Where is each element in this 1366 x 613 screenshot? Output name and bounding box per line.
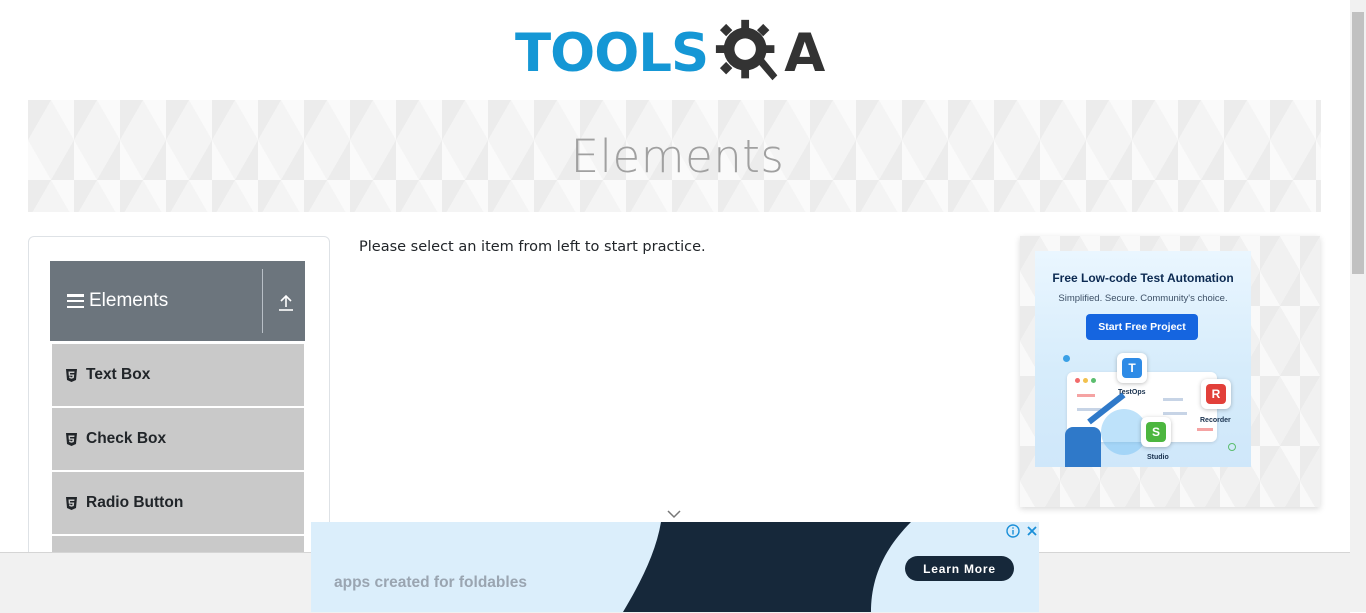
testops-label: TestOps bbox=[1118, 389, 1146, 396]
testops-tile: T bbox=[1117, 353, 1147, 383]
toolsqa-logo[interactable]: TOOLS A bbox=[515, 14, 825, 92]
sidebar-item-text-box[interactable]: Text Box bbox=[52, 344, 304, 406]
right-ad-container: Free Low-code Test Automation Simplified… bbox=[1020, 236, 1320, 507]
html5-icon bbox=[66, 432, 78, 446]
group-title: Elements bbox=[67, 290, 168, 312]
sidebar-item-radio-button[interactable]: Radio Button bbox=[52, 472, 304, 534]
ad-tagline: apps created for foldables bbox=[334, 574, 527, 591]
left-sidebar: Elements Text Box Check Box Radio Button bbox=[28, 236, 330, 578]
logo-tools-text: TOOLS bbox=[515, 22, 709, 84]
adchoices[interactable] bbox=[1006, 523, 1038, 538]
gear-magnifier-icon bbox=[716, 19, 778, 81]
info-icon[interactable] bbox=[1006, 523, 1020, 538]
group-divider bbox=[262, 269, 263, 333]
sidebar-item-label: Radio Button bbox=[86, 494, 184, 511]
recorder-tile: R bbox=[1201, 379, 1231, 409]
sidebar-item-label: Text Box bbox=[86, 366, 151, 383]
sidebar-item-check-box[interactable]: Check Box bbox=[52, 408, 304, 470]
sidebar-item-label: Check Box bbox=[86, 430, 167, 447]
page-banner: Elements bbox=[28, 100, 1321, 212]
recorder-label: Recorder bbox=[1200, 417, 1231, 424]
chevron-down-icon[interactable] bbox=[665, 508, 683, 520]
html5-icon bbox=[66, 496, 78, 510]
upload-arrow-icon bbox=[279, 294, 293, 311]
robot-illustration bbox=[1065, 427, 1101, 467]
ad-dot bbox=[1063, 355, 1070, 362]
instruction-text: Please select an item from left to start… bbox=[359, 239, 706, 255]
scrollbar-thumb[interactable] bbox=[1352, 12, 1364, 274]
ad-dot bbox=[1228, 443, 1236, 451]
group-title-label: Elements bbox=[89, 290, 169, 311]
hamburger-icon bbox=[67, 294, 84, 308]
bottom-ad-banner[interactable]: apps created for foldables Learn More bbox=[311, 522, 1039, 612]
html5-icon bbox=[66, 368, 78, 382]
collapse-group-button[interactable] bbox=[276, 292, 296, 314]
close-icon[interactable] bbox=[1026, 525, 1038, 537]
studio-label: Studio bbox=[1147, 454, 1169, 461]
ad-heading: Free Low-code Test Automation bbox=[1052, 271, 1234, 285]
logo-qa-text: A bbox=[784, 22, 826, 84]
studio-tile: S bbox=[1141, 417, 1171, 447]
ad-subheading: Simplified. Secure. Community's choice. bbox=[1058, 293, 1228, 304]
start-free-project-button[interactable]: Start Free Project bbox=[1086, 314, 1198, 340]
elements-group-header[interactable]: Elements bbox=[50, 261, 305, 341]
katalon-ad[interactable]: Free Low-code Test Automation Simplified… bbox=[1035, 251, 1251, 467]
page-scrollbar[interactable] bbox=[1350, 0, 1366, 612]
page-title: Elements bbox=[570, 129, 785, 183]
learn-more-button[interactable]: Learn More bbox=[905, 556, 1014, 581]
